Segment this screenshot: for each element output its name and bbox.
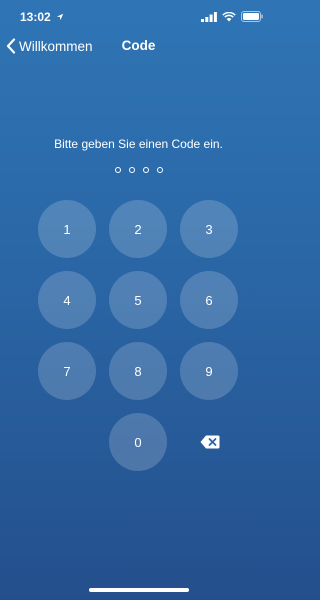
keypad-key-8[interactable]: 8: [109, 342, 167, 400]
status-time-text: 13:02: [20, 10, 51, 24]
keypad-key-3[interactable]: 3: [180, 200, 238, 258]
key-label: 4: [63, 292, 71, 308]
code-dot: [128, 167, 135, 173]
status-time: 13:02: [20, 10, 64, 24]
chevron-left-icon: [6, 38, 16, 54]
key-label: 7: [63, 363, 71, 379]
delete-button[interactable]: [196, 430, 224, 454]
backspace-icon: [200, 435, 220, 449]
battery-icon: [241, 11, 263, 22]
key-label: 3: [205, 221, 213, 237]
keypad-key-0[interactable]: 0: [109, 413, 167, 471]
key-label: 1: [63, 221, 71, 237]
code-dot: [156, 167, 163, 173]
keypad-key-7[interactable]: 7: [38, 342, 96, 400]
status-bar: 13:02: [0, 0, 277, 34]
wifi-icon: [222, 11, 236, 21]
keypad-key-4[interactable]: 4: [38, 271, 96, 329]
code-indicator: [0, 167, 277, 173]
key-label: 5: [134, 292, 142, 308]
code-dot: [114, 167, 121, 173]
home-indicator[interactable]: [89, 588, 189, 592]
key-label: 2: [134, 221, 142, 237]
key-label: 8: [134, 363, 142, 379]
keypad-key-1[interactable]: 1: [38, 200, 96, 258]
keypad-key-9[interactable]: 9: [180, 342, 238, 400]
key-label: 9: [205, 363, 213, 379]
location-arrow-icon: [56, 13, 64, 21]
keypad-key-6[interactable]: 6: [180, 271, 238, 329]
code-dot: [142, 167, 149, 173]
status-icons: [201, 11, 263, 22]
cellular-signal-icon: [201, 11, 217, 22]
keypad-key-5[interactable]: 5: [109, 271, 167, 329]
key-label: 6: [205, 292, 213, 308]
back-button[interactable]: Willkommen: [6, 34, 93, 58]
code-prompt: Bitte geben Sie einen Code ein.: [54, 137, 223, 151]
navigation-bar: Willkommen Code: [0, 34, 277, 58]
back-button-label: Willkommen: [19, 38, 93, 54]
keypad-key-2[interactable]: 2: [109, 200, 167, 258]
key-label: 0: [134, 434, 142, 450]
